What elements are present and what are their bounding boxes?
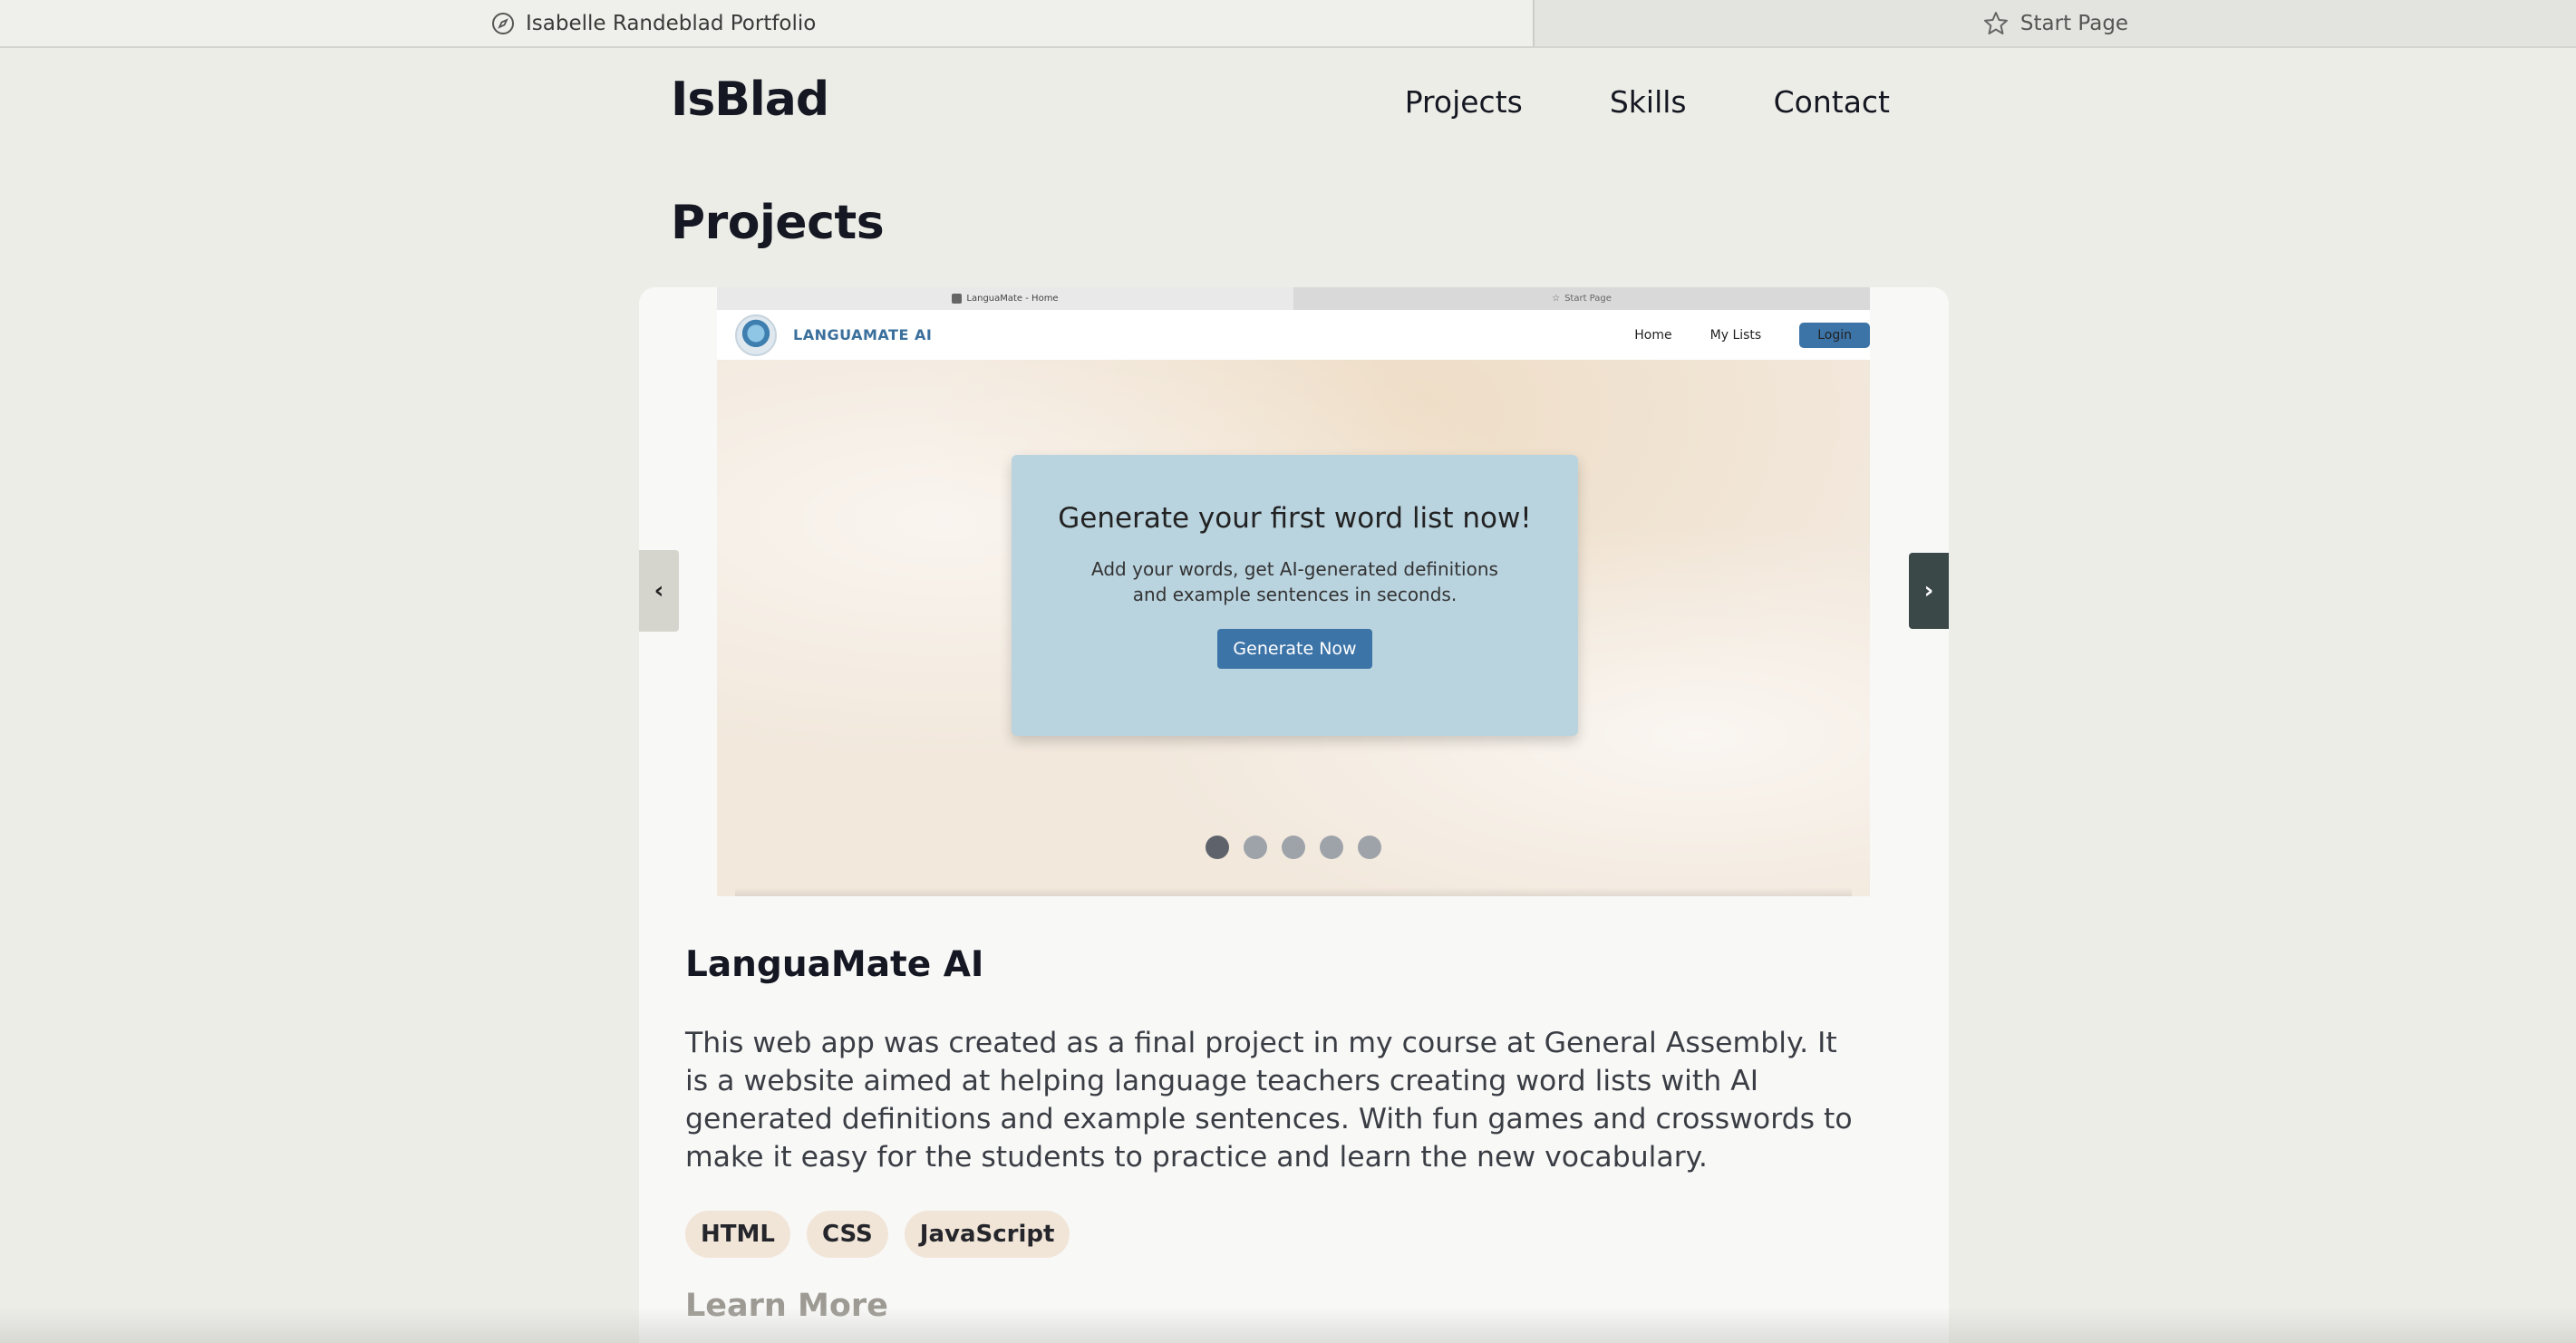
tab-start-page[interactable]: Start Page bbox=[1533, 0, 2576, 46]
screenshot-nav: Home My Lists Login bbox=[1634, 322, 1870, 348]
project-title: LanguaMate AI bbox=[685, 944, 984, 985]
screenshot-tab-label: LanguaMate - Home bbox=[966, 294, 1059, 304]
nav-skills[interactable]: Skills bbox=[1610, 84, 1687, 120]
tab-label: Start Page bbox=[2019, 11, 2129, 35]
screenshot-header: LANGUAMATE AI Home My Lists Login bbox=[717, 310, 1870, 360]
star-icon: ☆ bbox=[1552, 294, 1561, 304]
screenshot-tab-bar: LanguaMate - Home ☆ Start Page bbox=[717, 287, 1870, 310]
tag-css: CSS bbox=[806, 1211, 888, 1258]
screenshot-generate-button: Generate Now bbox=[1217, 629, 1372, 669]
tag-javascript: JavaScript bbox=[904, 1211, 1070, 1258]
carousel-dot-4[interactable] bbox=[1320, 836, 1343, 859]
screenshot-nav-home: Home bbox=[1634, 327, 1672, 343]
screenshot-hero-title: Generate your first word list now! bbox=[1058, 502, 1532, 535]
star-icon bbox=[1982, 10, 2009, 37]
site-logo[interactable]: IsBlad bbox=[671, 72, 829, 127]
carousel-next-button[interactable]: › bbox=[1909, 553, 1949, 629]
slide-shadow bbox=[735, 887, 1852, 896]
screenshot-hero-box: Generate your first word list now! Add y… bbox=[1012, 455, 1578, 736]
carousel-dot-5[interactable] bbox=[1358, 836, 1381, 859]
screenshot-brand: LANGUAMATE AI bbox=[793, 326, 933, 343]
tab-portfolio[interactable]: Isabelle Randeblad Portfolio bbox=[0, 0, 1533, 46]
screenshot-login-button: Login bbox=[1799, 322, 1870, 348]
languamate-logo-icon bbox=[735, 314, 777, 356]
favicon-icon bbox=[952, 294, 963, 304]
screenshot-tab-home: LanguaMate - Home bbox=[717, 287, 1293, 310]
screenshot-tab-start: ☆ Start Page bbox=[1293, 287, 1870, 310]
screenshot-tab-label: Start Page bbox=[1564, 294, 1612, 304]
tab-label: Isabelle Randeblad Portfolio bbox=[526, 11, 817, 35]
carousel-dots bbox=[717, 836, 1870, 859]
carousel-dot-1[interactable] bbox=[1206, 836, 1229, 859]
section-title: Projects bbox=[671, 196, 885, 250]
carousel-slide-image: LanguaMate - Home ☆ Start Page LANGUAMAT… bbox=[717, 287, 1870, 896]
nav-projects[interactable]: Projects bbox=[1405, 84, 1523, 120]
carousel-prev-button[interactable]: ‹ bbox=[639, 550, 679, 632]
tech-tags: HTML CSS JavaScript bbox=[685, 1211, 1070, 1258]
learn-more-link[interactable]: Learn More bbox=[685, 1288, 888, 1324]
project-card: LanguaMate - Home ☆ Start Page LANGUAMAT… bbox=[639, 287, 1949, 1343]
screenshot-hero: Generate your first word list now! Add y… bbox=[717, 360, 1870, 896]
carousel-dot-3[interactable] bbox=[1282, 836, 1305, 859]
screenshot-nav-mylists: My Lists bbox=[1709, 327, 1762, 343]
nav-contact[interactable]: Contact bbox=[1774, 84, 1890, 120]
compass-icon bbox=[491, 12, 515, 35]
main-nav: Projects Skills Contact bbox=[1405, 84, 1890, 120]
image-carousel: LanguaMate - Home ☆ Start Page LANGUAMAT… bbox=[717, 287, 1870, 896]
carousel-dot-2[interactable] bbox=[1244, 836, 1267, 859]
browser-tab-bar: Isabelle Randeblad Portfolio Start Page bbox=[0, 0, 2576, 48]
screenshot-hero-subtitle: Add your words, get AI-generated definit… bbox=[1091, 558, 1498, 605]
tag-html: HTML bbox=[685, 1211, 790, 1258]
project-description: This web app was created as a final proj… bbox=[685, 1027, 1853, 1174]
